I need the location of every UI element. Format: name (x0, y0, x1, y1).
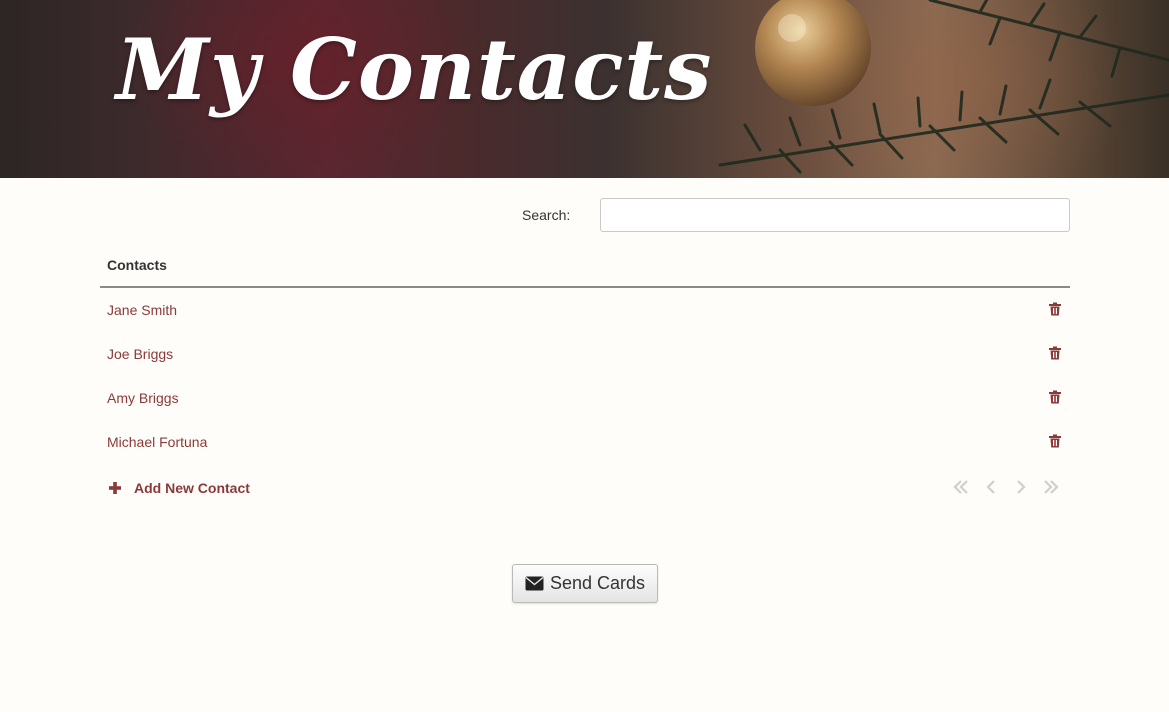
trash-icon[interactable] (1048, 302, 1062, 316)
table-footer: Add New Contact (100, 464, 1070, 520)
contact-name-link[interactable]: Amy Briggs (107, 390, 179, 406)
trash-icon[interactable] (1048, 346, 1062, 360)
contact-name-link[interactable]: Joe Briggs (107, 346, 173, 362)
contact-name-link[interactable]: Michael Fortuna (107, 434, 207, 450)
search-bar: Search: (100, 178, 1070, 248)
trash-icon[interactable] (1048, 390, 1062, 404)
add-new-contact-button[interactable]: Add New Contact (108, 480, 250, 496)
send-cards-button[interactable]: Send Cards (512, 564, 658, 603)
contact-name-link[interactable]: Jane Smith (107, 302, 177, 318)
envelope-icon (525, 576, 544, 591)
table-row: Jane Smith (100, 288, 1070, 332)
column-header-contacts: Contacts (107, 257, 167, 273)
page-title: My Contacts (116, 20, 713, 119)
table-row: Michael Fortuna (100, 420, 1070, 464)
contacts-table-header: Contacts (100, 248, 1070, 288)
search-label: Search: (522, 207, 571, 223)
chevron-left-icon[interactable] (982, 478, 1000, 496)
table-row: Amy Briggs (100, 376, 1070, 420)
contacts-panel: Search: Contacts Jane Smith Joe Briggs A… (100, 178, 1070, 520)
send-cards-label: Send Cards (549, 573, 646, 593)
add-new-contact-label: Add New Contact (134, 480, 250, 496)
header-banner: My Contacts (0, 0, 1169, 178)
plus-icon (109, 482, 121, 494)
double-chevron-left-icon[interactable] (952, 478, 970, 496)
double-chevron-right-icon[interactable] (1042, 478, 1060, 496)
table-row: Joe Briggs (100, 332, 1070, 376)
chevron-right-icon[interactable] (1012, 478, 1030, 496)
trash-icon[interactable] (1048, 434, 1062, 448)
pagination (940, 478, 1060, 496)
search-input[interactable] (600, 198, 1070, 232)
